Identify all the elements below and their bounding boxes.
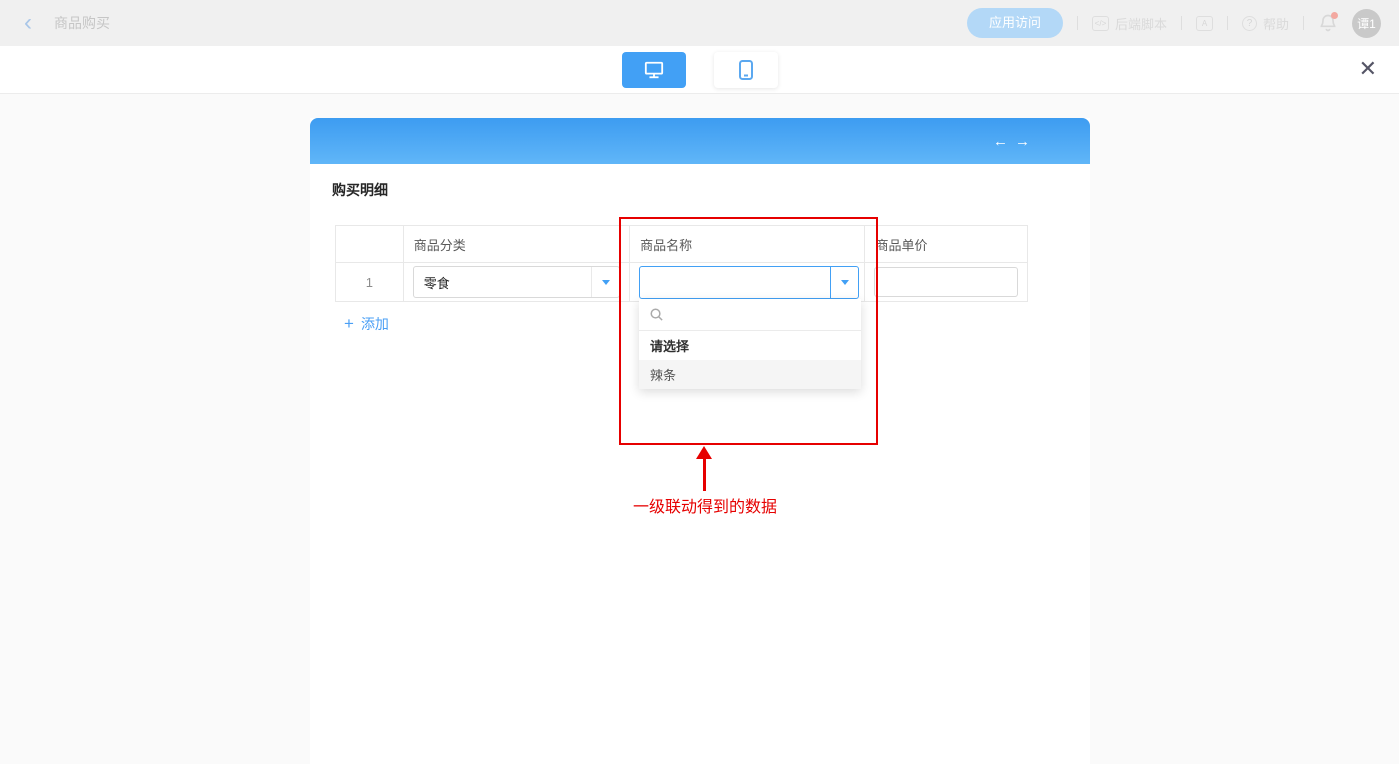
desktop-view-button[interactable] [622,52,686,88]
caret-down-icon [841,280,849,285]
mobile-view-button[interactable] [714,52,778,88]
form-card: ← → 购买明细 商品分类 商品名称 商品单价 1 零食 [310,118,1090,764]
name-cell [630,263,865,301]
divider [1077,16,1078,30]
backend-script-button[interactable]: </> 后端脚本 [1092,14,1167,33]
help-label: 帮助 [1263,14,1289,33]
device-toolbar [0,46,1399,94]
back-icon[interactable]: ‹ [24,13,32,33]
language-book-button[interactable]: A [1196,16,1213,31]
name-dropdown-panel: 请选择 辣条 [639,299,861,389]
dropdown-search-input[interactable] [664,299,861,330]
app-access-button[interactable]: 应用访问 [967,8,1063,38]
caret-zone [830,267,858,298]
topbar-right: 应用访问 </> 后端脚本 A ? 帮助 谭1 [967,8,1399,38]
row-index: 1 [366,275,373,290]
phone-icon [737,59,755,81]
header-pagination: ← → [993,118,1030,164]
preview-area: ← → 购买明细 商品分类 商品名称 商品单价 1 零食 [0,94,1399,764]
topbar-left: ‹ 商品购买 [0,13,110,33]
close-icon[interactable]: ✕ [1359,58,1377,80]
search-icon [649,307,664,322]
code-icon: </> [1092,16,1109,31]
add-row-button[interactable]: + 添加 [344,314,389,334]
add-row-label: 添加 [361,314,389,334]
row-index-cell: 1 [336,263,404,301]
section-title: 购买明细 [332,180,388,200]
header-cell-index [336,226,404,262]
form-header-band: ← → [310,118,1090,164]
avatar[interactable]: 谭1 [1352,9,1381,38]
monitor-icon [643,60,665,80]
caret-down-icon [602,280,610,285]
price-input[interactable] [874,267,1018,297]
category-select-value: 零食 [414,267,591,297]
arrow-right-icon[interactable]: → [1015,133,1030,150]
table-header-row: 商品分类 商品名称 商品单价 [336,226,1027,263]
name-select-value [640,267,830,298]
dropdown-option[interactable]: 请选择 [639,331,861,360]
book-a-icon: A [1196,16,1213,31]
header-cell-price: 商品单价 [865,226,1027,262]
header-cell-category: 商品分类 [404,226,630,262]
header-cell-name: 商品名称 [630,226,865,262]
table-row: 1 零食 [336,263,1027,301]
price-cell [865,263,1027,301]
backend-script-label: 后端脚本 [1115,14,1167,33]
divider [1227,16,1228,30]
notification-dot [1331,12,1338,19]
divider [1303,16,1304,30]
caret-zone [591,267,619,297]
notifications-button[interactable] [1318,13,1338,33]
help-icon: ? [1242,16,1257,31]
top-app-bar: ‹ 商品购买 应用访问 </> 后端脚本 A ? 帮助 谭1 [0,0,1399,46]
help-button[interactable]: ? 帮助 [1242,14,1289,33]
dropdown-search-row [639,299,861,331]
page-title: 商品购买 [54,13,110,33]
plus-icon: + [344,316,354,332]
divider [1181,16,1182,30]
name-select[interactable] [639,266,859,299]
category-cell: 零食 [404,263,630,301]
detail-table: 商品分类 商品名称 商品单价 1 零食 [335,225,1028,302]
arrow-left-icon[interactable]: ← [993,133,1008,150]
category-select[interactable]: 零食 [413,266,620,298]
dropdown-option[interactable]: 辣条 [639,360,861,389]
